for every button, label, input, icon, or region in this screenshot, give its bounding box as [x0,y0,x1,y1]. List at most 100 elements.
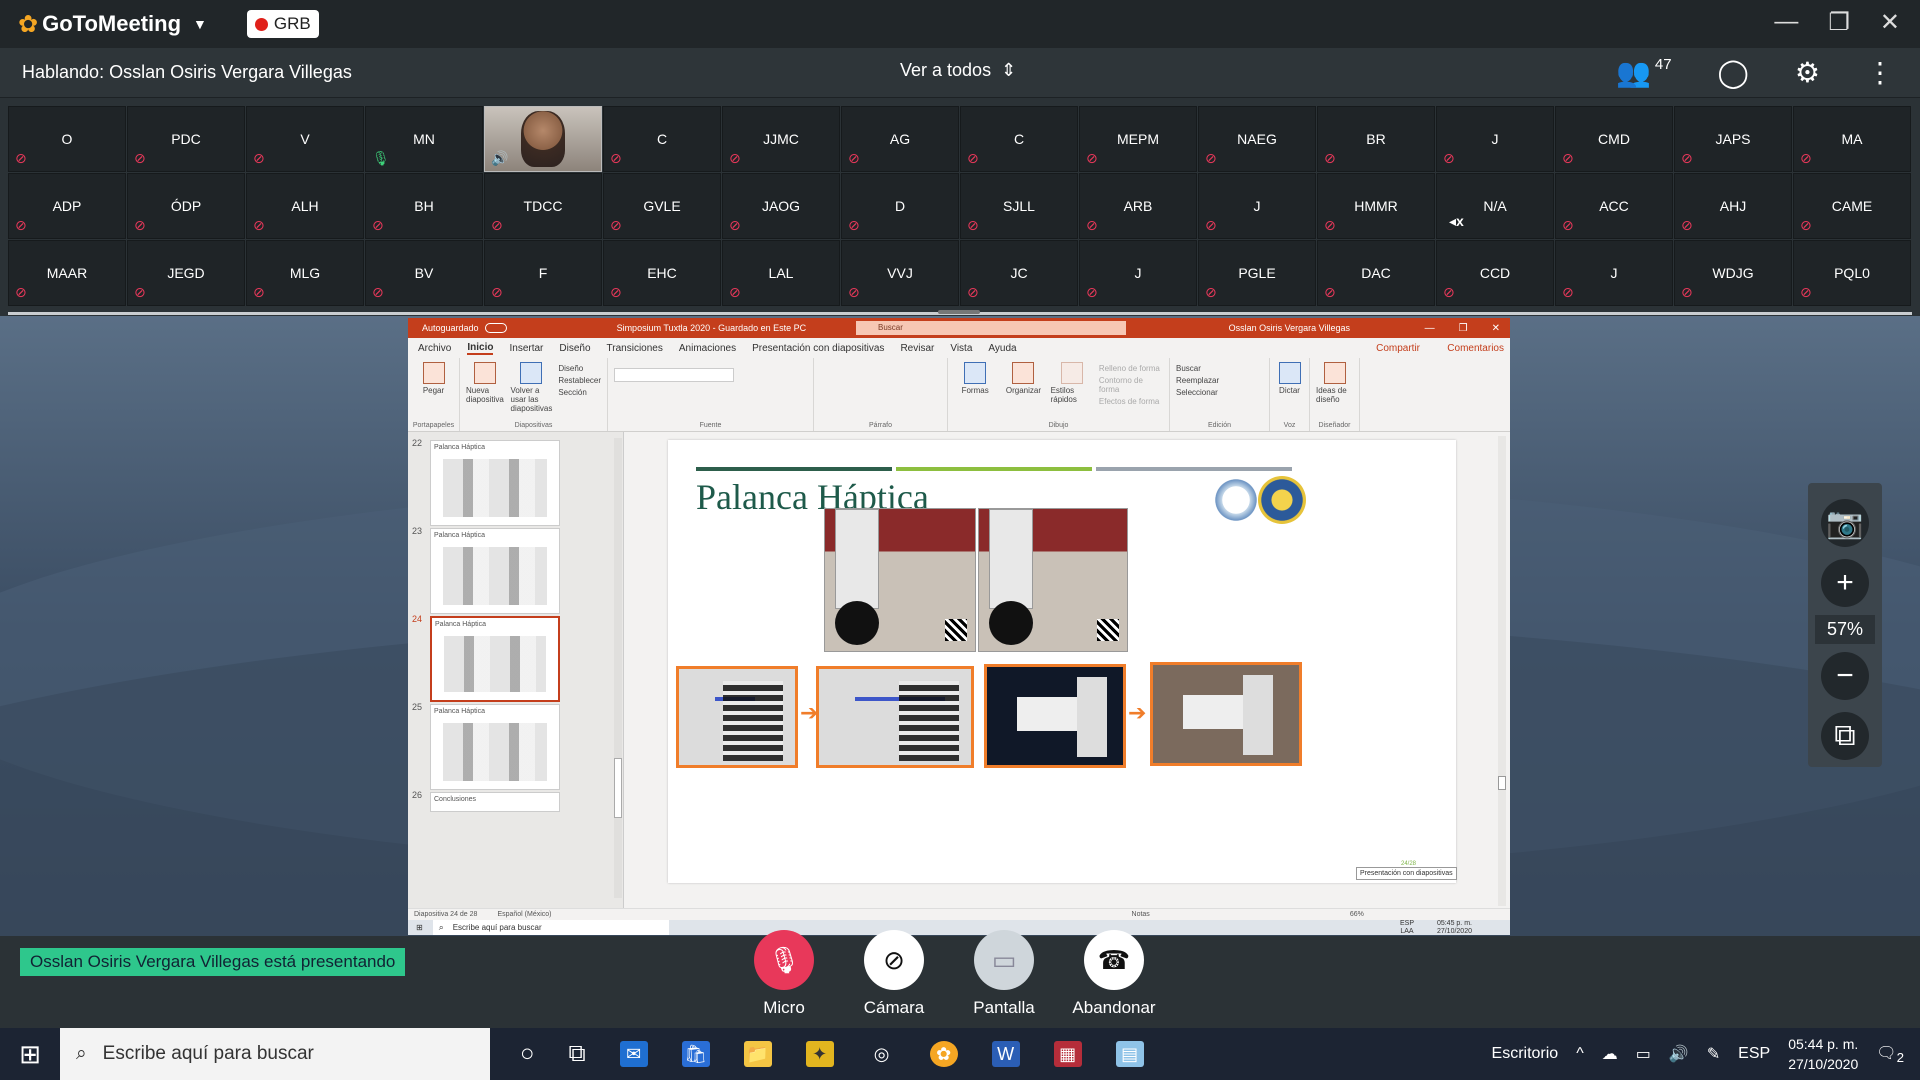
thumbnails-scrollbar[interactable] [614,438,622,898]
slide-thumbnail[interactable]: Palanca Háptica [430,440,560,526]
participant-tile[interactable]: O ⊘ [8,106,126,172]
camera-snapshot-icon[interactable]: 📷 [1821,499,1869,547]
windows-start-icon[interactable]: ⊞ [416,923,423,932]
network-icon[interactable]: ☁ [1602,1044,1618,1064]
ppt-menu-item[interactable]: Diseño [559,343,590,354]
participant-tile[interactable]: HMMR ⊘ [1317,173,1435,239]
participant-tile[interactable]: BR ⊘ [1317,106,1435,172]
participant-tile[interactable]: TDCC ⊘ [484,173,602,239]
participant-tile[interactable]: JEGD ⊘ [127,240,245,306]
language-indicator[interactable]: ESP [1738,1045,1770,1063]
participant-tile[interactable]: NAEG ⊘ [1198,106,1316,172]
reset-button[interactable]: Restablecer [558,376,601,385]
screen-share-button[interactable]: ▭ Pantalla [960,930,1048,1018]
section-button[interactable]: Sección [558,388,601,397]
shapes-button[interactable]: Formas [954,362,996,427]
app-puzzle-icon[interactable]: ✦ [805,1041,834,1067]
store-icon[interactable]: 🛍 [681,1041,710,1067]
shape-effects-button[interactable]: Efectos de forma [1099,397,1163,406]
ppt-menu-item[interactable]: Vista [950,343,972,354]
dictate-button[interactable]: Dictar [1276,362,1303,427]
quick-styles-button[interactable]: Estilos rápidos [1051,362,1093,427]
volume-icon[interactable]: 🔊 [1669,1044,1689,1064]
gotomeeting-logo[interactable]: ✿ GoToMeeting ▼ [18,10,207,39]
windows-start-icon[interactable]: ⊞ [0,1028,60,1080]
participant-tile[interactable]: CCD ⊘ [1436,240,1554,306]
gotomeeting-taskbar-icon[interactable]: ✿ [929,1041,958,1067]
ppt-menu-item[interactable]: Animaciones [679,343,736,354]
participant-tile[interactable]: ÓDP ⊘ [127,173,245,239]
media-app-icon[interactable]: ▦ [1053,1041,1082,1067]
slide-thumbnail[interactable]: Palanca Háptica [430,528,560,614]
participant-tile[interactable]: VVJ ⊘ [841,240,959,306]
zoom-in-button[interactable]: + [1821,559,1869,607]
participant-tile[interactable]: J ⊘ [1436,106,1554,172]
participant-tile[interactable]: V ⊘ [246,106,364,172]
minimize-icon[interactable]: — [1774,8,1798,37]
slide-thumbnail[interactable]: Palanca Háptica [430,616,560,702]
gear-icon[interactable]: ⚙ [1795,56,1820,89]
participant-tile[interactable]: SJLL ⊘ [960,173,1078,239]
notification-icon[interactable]: 🗨2 [1876,1043,1904,1065]
restore-icon[interactable]: ❐ [1459,323,1468,334]
participant-tile[interactable]: 🔊 [484,106,602,172]
more-options-icon[interactable]: ⋮ [1866,56,1894,89]
participant-tile[interactable]: CMD ⊘ [1555,106,1673,172]
autosave-toggle[interactable] [484,323,507,333]
slide-thumbnail[interactable]: Conclusiones [430,792,560,812]
share-button[interactable]: Compartir [1376,343,1420,354]
zoom-level[interactable]: 66% [1350,911,1364,918]
new-slide-button[interactable]: Nueva diapositiva [466,362,505,427]
taskbar-search[interactable]: ⌕ Escribe aquí para buscar [60,1028,490,1080]
pen-icon[interactable]: ✎ [1707,1044,1720,1064]
minimize-icon[interactable]: — [1425,323,1435,334]
participant-tile[interactable]: MEPM ⊘ [1079,106,1197,172]
participant-tile[interactable]: MA ⊘ [1793,106,1911,172]
participant-tile[interactable]: C ⊘ [960,106,1078,172]
shape-fill-button[interactable]: Relleno de forma [1099,364,1163,373]
participant-tile[interactable]: LAL ⊘ [722,240,840,306]
language-status[interactable]: Español (México) [497,911,551,918]
notes-app-icon[interactable]: ▤ [1115,1041,1144,1067]
word-icon[interactable]: W [991,1041,1020,1067]
ppt-menu-item[interactable]: Insertar [509,343,543,354]
participant-tile[interactable]: AG ⊘ [841,106,959,172]
task-view-icon[interactable]: ⧉ [569,1040,586,1068]
ppt-menu-item[interactable]: Transiciones [607,343,663,354]
participant-tile[interactable]: ACC ⊘ [1555,173,1673,239]
participant-tile[interactable]: ALH ⊘ [246,173,364,239]
notes-button[interactable]: Notas [1132,911,1150,918]
desktop-label[interactable]: Escritorio [1492,1045,1559,1063]
participants-button[interactable]: 👥 47 [1616,56,1672,89]
participant-tile[interactable]: CAME ⊘ [1793,173,1911,239]
font-name-field[interactable] [614,368,734,382]
participant-tile[interactable]: JAOG ⊘ [722,173,840,239]
pop-out-icon[interactable]: ⧉ [1821,712,1869,760]
ppt-menu-item[interactable]: Presentación con diapositivas [752,343,884,354]
inner-search-box[interactable]: Escribe aquí para buscar [432,920,669,935]
reuse-slides-button[interactable]: Volver a usar las diapositivas [511,362,552,427]
ppt-menu-item[interactable]: Ayuda [988,343,1016,354]
chat-icon[interactable]: ◯ [1718,56,1749,89]
close-icon[interactable]: ✕ [1880,8,1900,37]
camera-button[interactable]: ⊘ Cámara [850,930,938,1018]
leave-button[interactable]: ☎ Abandonar [1070,930,1158,1018]
participant-tile[interactable]: ADP ⊘ [8,173,126,239]
zoom-out-button[interactable]: − [1821,652,1869,700]
participant-tile[interactable]: PDC ⊘ [127,106,245,172]
participant-tile[interactable]: JC ⊘ [960,240,1078,306]
participant-tile[interactable]: DAC ⊘ [1317,240,1435,306]
select-button[interactable]: Seleccionar [1176,388,1219,397]
slide-thumbnail[interactable]: Palanca Háptica [430,704,560,790]
participant-tile[interactable]: PGLE ⊘ [1198,240,1316,306]
close-icon[interactable]: ✕ [1492,323,1500,334]
participant-tile[interactable]: C ⊘ [603,106,721,172]
participant-tile[interactable]: J ⊘ [1079,240,1197,306]
participant-tile[interactable]: JJMC ⊘ [722,106,840,172]
find-button[interactable]: Buscar [1176,364,1219,373]
participant-tile[interactable]: PQL0 ⊘ [1793,240,1911,306]
slide-canvas[interactable]: Palanca Háptica ➔ ➔ 24/28 [668,440,1456,883]
participant-tile[interactable]: J ⊘ [1198,173,1316,239]
mail-icon[interactable]: ✉ [619,1041,648,1067]
participant-tile[interactable]: ARB ⊘ [1079,173,1197,239]
